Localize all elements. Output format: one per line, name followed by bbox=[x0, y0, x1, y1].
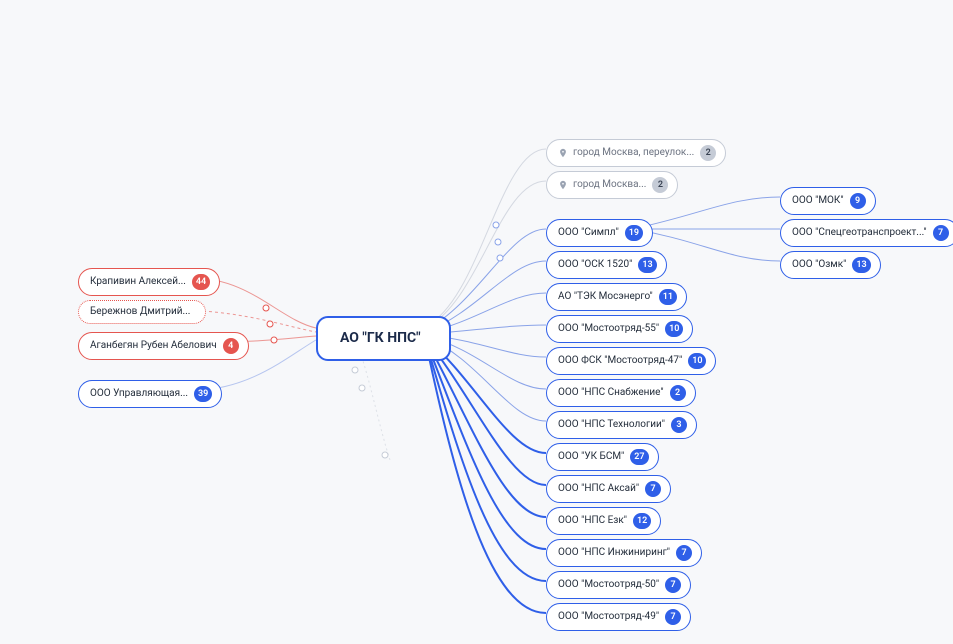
right-node-2[interactable]: АО "ТЭК Мосэнерго" 11 bbox=[546, 283, 687, 311]
node-label: ООО "НПС Аксай" bbox=[558, 483, 639, 495]
node-label: ООО "Мостоотряд-49" bbox=[558, 611, 659, 623]
count-badge: 2 bbox=[652, 177, 668, 193]
node-label: город Москва... bbox=[573, 179, 646, 191]
node-label: ООО "НПС Езк" bbox=[558, 515, 627, 527]
node-label: город Москва, переулок... bbox=[573, 147, 694, 159]
address-node-1[interactable]: город Москва... 2 bbox=[546, 171, 678, 199]
node-label: ООО "НПС Инжиниринг" bbox=[558, 547, 670, 559]
count-badge: 11 bbox=[659, 289, 677, 305]
center-node[interactable]: АО "ГК НПС" bbox=[316, 316, 451, 361]
right-node-12[interactable]: ООО "Мостоотряд-49" 7 bbox=[546, 603, 691, 631]
right-node-8[interactable]: ООО "НПС Аксай" 7 bbox=[546, 475, 671, 503]
center-label: АО "ГК НПС" bbox=[340, 330, 421, 347]
node-label: АО "ТЭК Мосэнерго" bbox=[558, 291, 653, 303]
count-badge: 7 bbox=[665, 577, 681, 593]
right-node-4[interactable]: ООО ФСК "Мостоотряд-47" 10 bbox=[546, 347, 716, 375]
far-node-0[interactable]: ООО "МОК" 9 bbox=[780, 187, 876, 215]
right-node-0[interactable]: ООО "Симпл" 19 bbox=[546, 219, 653, 247]
node-label: Бережнов Дмитрий... bbox=[90, 306, 190, 318]
right-node-9[interactable]: ООО "НПС Езк" 12 bbox=[546, 507, 661, 535]
node-label: ООО "Озмк" bbox=[792, 259, 846, 271]
node-label: ООО "УК БСМ" bbox=[558, 451, 624, 463]
count-badge: 2 bbox=[670, 385, 686, 401]
person-node-0[interactable]: Крапивин Алексей... 44 bbox=[78, 268, 220, 296]
count-badge: 7 bbox=[665, 609, 681, 625]
node-label: ООО "Мостоотряд-50" bbox=[558, 579, 659, 591]
node-label: Крапивин Алексей... bbox=[90, 276, 186, 288]
right-node-1[interactable]: ООО "ОСК 1520" 13 bbox=[546, 251, 667, 279]
count-badge: 27 bbox=[630, 449, 648, 465]
node-label: ООО "Симпл" bbox=[558, 227, 619, 239]
count-badge: 7 bbox=[645, 481, 661, 497]
count-badge: 39 bbox=[194, 386, 212, 402]
count-badge: 19 bbox=[625, 225, 643, 241]
count-badge: 4 bbox=[223, 338, 239, 354]
right-node-10[interactable]: ООО "НПС Инжиниринг" 7 bbox=[546, 539, 702, 567]
pin-icon bbox=[558, 148, 568, 158]
node-label: ООО Управляющая... bbox=[90, 388, 188, 400]
person-node-1[interactable]: Бережнов Дмитрий... bbox=[78, 300, 206, 324]
address-node-0[interactable]: город Москва, переулок... 2 bbox=[546, 139, 726, 167]
node-label: ООО "МОК" bbox=[792, 195, 844, 207]
node-label: ООО "НПС Технологии" bbox=[558, 419, 665, 431]
pin-icon bbox=[558, 180, 568, 190]
count-badge: 10 bbox=[688, 353, 706, 369]
count-badge: 12 bbox=[633, 513, 651, 529]
right-node-5[interactable]: ООО "НПС Снабжение" 2 bbox=[546, 379, 696, 407]
right-node-3[interactable]: ООО "Мостоотряд-55" 10 bbox=[546, 315, 693, 343]
count-badge: 3 bbox=[671, 417, 687, 433]
far-node-1[interactable]: ООО "Спецгеотранспроект..." 7 bbox=[780, 219, 953, 247]
node-label: Аганбегян Рубен Абелович bbox=[90, 340, 217, 352]
far-node-2[interactable]: ООО "Озмк" 13 bbox=[780, 251, 881, 279]
right-node-11[interactable]: ООО "Мостоотряд-50" 7 bbox=[546, 571, 691, 599]
count-badge: 2 bbox=[700, 145, 716, 161]
left-company-node[interactable]: ООО Управляющая... 39 bbox=[78, 380, 222, 408]
count-badge: 13 bbox=[638, 257, 656, 273]
node-label: ООО "Спецгеотранспроект..." bbox=[792, 227, 927, 239]
count-badge: 13 bbox=[852, 257, 870, 273]
person-node-2[interactable]: Аганбегян Рубен Абелович 4 bbox=[78, 332, 249, 360]
node-label: ООО "ОСК 1520" bbox=[558, 259, 632, 271]
node-label: ООО ФСК "Мостоотряд-47" bbox=[558, 355, 682, 367]
count-badge: 9 bbox=[850, 193, 866, 209]
count-badge: 44 bbox=[192, 274, 210, 290]
right-node-7[interactable]: ООО "УК БСМ" 27 bbox=[546, 443, 659, 471]
count-badge: 7 bbox=[933, 225, 949, 241]
count-badge: 10 bbox=[665, 321, 683, 337]
count-badge: 7 bbox=[676, 545, 692, 561]
node-label: ООО "Мостоотряд-55" bbox=[558, 323, 659, 335]
diagram-canvas[interactable]: АО "ГК НПС" Крапивин Алексей... 44 Береж… bbox=[0, 0, 953, 644]
node-label: ООО "НПС Снабжение" bbox=[558, 387, 664, 399]
right-node-6[interactable]: ООО "НПС Технологии" 3 bbox=[546, 411, 697, 439]
